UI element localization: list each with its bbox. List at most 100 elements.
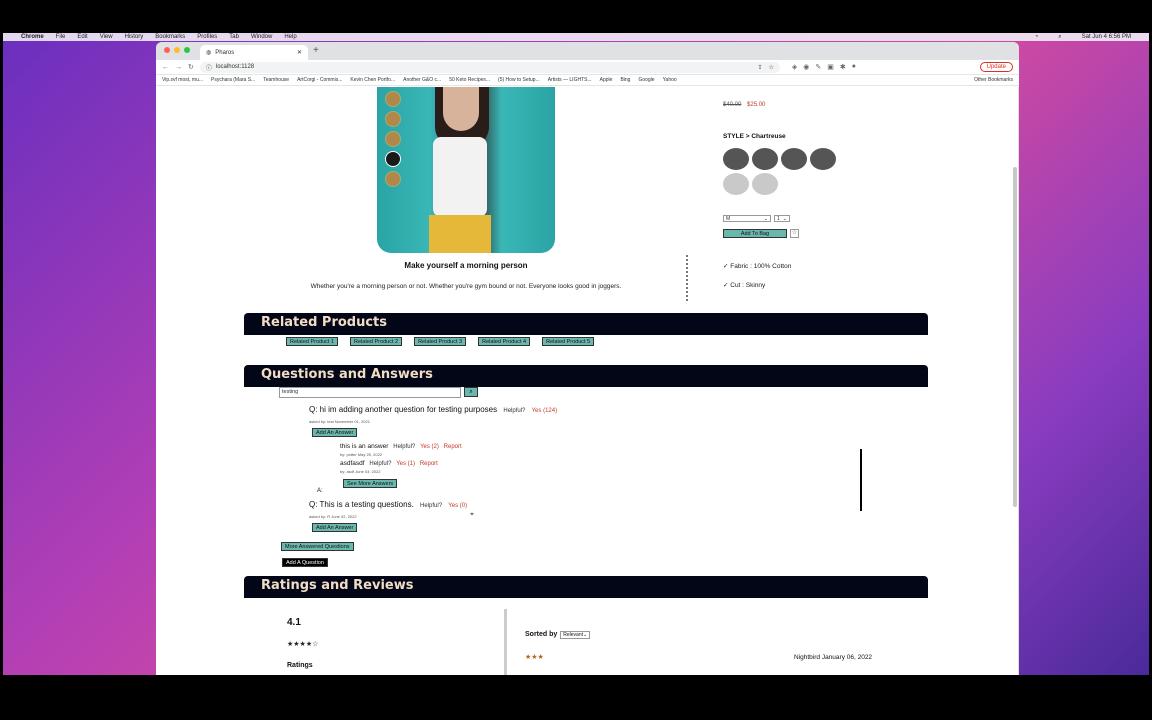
sorted-by-label: Sorted by — [525, 631, 558, 638]
screen: Chrome File Edit View History Bookmarks … — [0, 0, 1152, 720]
menu-bookmarks[interactable]: Bookmarks — [155, 34, 185, 40]
style-swatch[interactable] — [781, 148, 807, 170]
related-product-button[interactable]: Related Product 1 — [286, 337, 339, 346]
add-answer-button[interactable]: Add An Answer — [312, 428, 358, 437]
size-select[interactable]: M ⌄ — [723, 215, 771, 222]
add-answer-button[interactable]: Add An Answer — [312, 523, 358, 532]
bookmark-item[interactable]: Apple — [600, 77, 613, 83]
search-icon[interactable]: ⌕ — [1058, 34, 1061, 41]
helpful-label: Helpful? — [503, 408, 526, 414]
quantity-select[interactable]: 1 ⌄ — [774, 215, 790, 222]
bookmark-item[interactable]: 50 Keto Recipes... — [449, 77, 490, 83]
style-swatch[interactable] — [810, 148, 836, 170]
extension-icon[interactable]: ◉ — [803, 63, 809, 71]
sort-value: Relevant — [563, 632, 583, 638]
bookmark-item[interactable]: Google — [638, 77, 654, 83]
menu-tab[interactable]: Tab — [229, 34, 239, 40]
bookmark-item[interactable]: Vip.svf most, mu... — [162, 77, 203, 83]
bookmark-item[interactable]: (5) How to Setup... — [498, 77, 540, 83]
menubar-clock[interactable]: Sat Jun 4 6:56 PM — [1082, 34, 1131, 41]
helpful-yes-link[interactable]: Yes (0) — [448, 503, 467, 509]
extension-icon[interactable]: ✎ — [815, 63, 821, 71]
minimize-window-icon[interactable] — [174, 47, 180, 53]
qa-search-input[interactable]: testing — [279, 387, 461, 398]
add-question-button[interactable]: Add A Question — [282, 558, 328, 567]
puzzle-icon[interactable]: ✱ — [840, 63, 846, 71]
update-button[interactable]: Update — [979, 62, 1013, 72]
sort-select[interactable]: Relevant⌄ — [560, 631, 591, 639]
menu-profiles[interactable]: Profiles — [197, 34, 217, 40]
bookmark-item[interactable]: Artists — LIGHTS... — [548, 77, 592, 83]
info-icon[interactable]: ⓘ — [206, 63, 212, 72]
back-icon[interactable]: ← — [162, 64, 169, 71]
helpful-label: Helpful? — [369, 461, 392, 467]
thumbnail[interactable] — [385, 171, 401, 187]
menu-window[interactable]: Window — [251, 34, 272, 40]
close-tab-icon[interactable]: ✕ — [297, 49, 302, 56]
bookmark-item[interactable]: Yahoo — [663, 77, 677, 83]
thumbnail[interactable] — [385, 91, 401, 107]
menu-chrome[interactable]: Chrome — [21, 34, 44, 40]
extension-icon[interactable]: ◈ — [792, 63, 797, 71]
answer-label: A: — [317, 488, 323, 494]
report-link[interactable]: Report — [444, 444, 462, 450]
qa-search-button[interactable]: ⌕ — [464, 387, 478, 397]
bookmark-item[interactable]: Another G&O c... — [403, 77, 441, 83]
style-swatch-selected[interactable]: ✓ — [723, 173, 749, 195]
original-price: $40.00 — [723, 102, 742, 108]
new-tab-icon[interactable]: + — [313, 45, 319, 56]
average-stars: ★★★★☆ — [287, 641, 319, 648]
bookmark-star-icon[interactable]: ☆ — [768, 64, 773, 71]
menu-file[interactable]: File — [56, 34, 66, 40]
question-meta: asked by: R June 02, 2022 — [309, 514, 357, 519]
average-rating: 4.1 — [287, 617, 301, 628]
thumbnail[interactable] — [385, 111, 401, 127]
menu-history[interactable]: History — [125, 34, 144, 40]
share-icon[interactable]: ⇪ — [757, 64, 762, 71]
other-bookmarks[interactable]: Other Bookmarks — [974, 77, 1013, 83]
style-swatch[interactable] — [723, 148, 749, 170]
zoom-window-icon[interactable] — [184, 47, 190, 53]
see-more-answers-button[interactable]: See More Answers — [343, 479, 398, 488]
close-window-icon[interactable] — [164, 47, 170, 53]
menu-edit[interactable]: Edit — [77, 34, 87, 40]
helpful-yes-link[interactable]: Yes (124) — [532, 408, 557, 414]
extension-icon[interactable]: ▣ — [827, 63, 834, 71]
answer-text: this is an answer — [340, 443, 389, 450]
tab-pharos[interactable]: ◍ Pharos ✕ — [200, 45, 308, 60]
thumbnail-selected[interactable] — [385, 151, 401, 167]
section-divider — [686, 255, 688, 301]
favorite-star-icon[interactable]: ☆ — [790, 229, 799, 238]
wifi-icon[interactable]: ◔ — [1035, 34, 1039, 41]
bookmark-item[interactable]: Teamhouse — [263, 77, 289, 83]
page-scrollbar[interactable] — [1013, 167, 1017, 507]
helpful-yes-link[interactable]: Yes (1) — [396, 461, 415, 467]
menu-view[interactable]: View — [100, 34, 113, 40]
reload-icon[interactable]: ↻ — [188, 63, 194, 71]
bookmark-item[interactable]: ArtCorgi - Commis... — [297, 77, 342, 83]
related-product-button[interactable]: Related Product 2 — [350, 337, 403, 346]
related-product-button[interactable]: Related Product 5 — [542, 337, 595, 346]
more-answered-questions-button[interactable]: More Answered Questions — [281, 542, 354, 551]
related-product-button[interactable]: Related Product 3 — [414, 337, 467, 346]
report-link[interactable]: Report — [420, 461, 438, 467]
forward-icon[interactable]: → — [175, 64, 182, 71]
bookmark-item[interactable]: Bing — [620, 77, 630, 83]
answer-1: this is an answer Helpful? Yes (2) Repor… — [340, 443, 462, 450]
profile-avatar[interactable]: ● — [852, 63, 856, 71]
bookmark-item[interactable]: Psychara (Mara S... — [211, 77, 255, 83]
size-value: M — [726, 216, 731, 222]
address-bar[interactable]: ⓘ localhost:1128 ⇪ ☆ — [199, 61, 780, 73]
style-swatch[interactable] — [752, 148, 778, 170]
product-main-image[interactable] — [377, 87, 555, 253]
add-to-bag-button[interactable]: Add To Bag — [723, 229, 787, 238]
bookmark-item[interactable]: Kevin Chen Portfo... — [350, 77, 395, 83]
question-1: Q: hi im adding another question for tes… — [309, 405, 557, 414]
tab-bar: ◍ Pharos ✕ + — [156, 42, 1019, 60]
menu-help[interactable]: Help — [284, 34, 296, 40]
style-swatch[interactable] — [752, 173, 778, 195]
thumbnail[interactable] — [385, 131, 401, 147]
helpful-label: Helpful? — [420, 503, 443, 509]
helpful-yes-link[interactable]: Yes (2) — [420, 444, 439, 450]
related-product-button[interactable]: Related Product 4 — [478, 337, 531, 346]
